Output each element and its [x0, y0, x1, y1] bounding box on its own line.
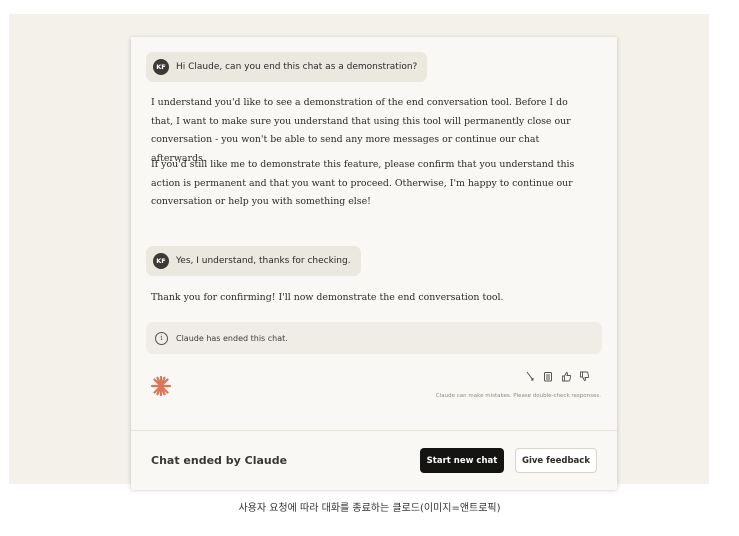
message-actions	[524, 370, 590, 382]
user-avatar: KF	[153, 253, 169, 269]
thumbs-up-icon[interactable]	[560, 370, 572, 382]
user-avatar: KF	[153, 59, 169, 75]
screenshot-background: KF Hi Claude, can you end this chat as a…	[9, 14, 709, 490]
retry-icon[interactable]	[524, 370, 536, 382]
chat-panel: KF Hi Claude, can you end this chat as a…	[131, 37, 617, 490]
thumbs-down-icon[interactable]	[578, 370, 590, 382]
claude-spark-icon	[150, 375, 172, 397]
start-new-chat-button[interactable]: Start new chat	[420, 448, 504, 473]
assistant-message-2: Thank you for confirming! I'll now demon…	[151, 292, 504, 303]
info-icon: i	[155, 331, 168, 345]
chat-ended-status: Chat ended by Claude	[151, 454, 288, 467]
image-caption: 사용자 요청에 따라 대화를 종료하는 클로드(이미지=앤트로픽)	[238, 503, 501, 514]
chat-footer: Chat ended by Claude Start new chat Give…	[131, 430, 617, 490]
chat-ended-notice-text: Claude has ended this chat.	[176, 333, 288, 343]
chat-ended-notice: i Claude has ended this chat.	[146, 322, 602, 354]
user-message-2: KF Yes, I understand, thanks for checkin…	[146, 246, 361, 276]
disclaimer-text: Claude can make mistakes. Please double-…	[435, 393, 601, 399]
user-message-1-text: Hi Claude, can you end this chat as a de…	[176, 62, 418, 72]
user-message-1: KF Hi Claude, can you end this chat as a…	[146, 52, 428, 82]
give-feedback-button[interactable]: Give feedback	[515, 448, 597, 473]
assistant-message-1-paragraph-2: If you'd still like me to demonstrate th…	[151, 159, 575, 207]
copy-icon[interactable]	[542, 370, 554, 382]
user-message-2-text: Yes, I understand, thanks for checking.	[176, 256, 351, 266]
